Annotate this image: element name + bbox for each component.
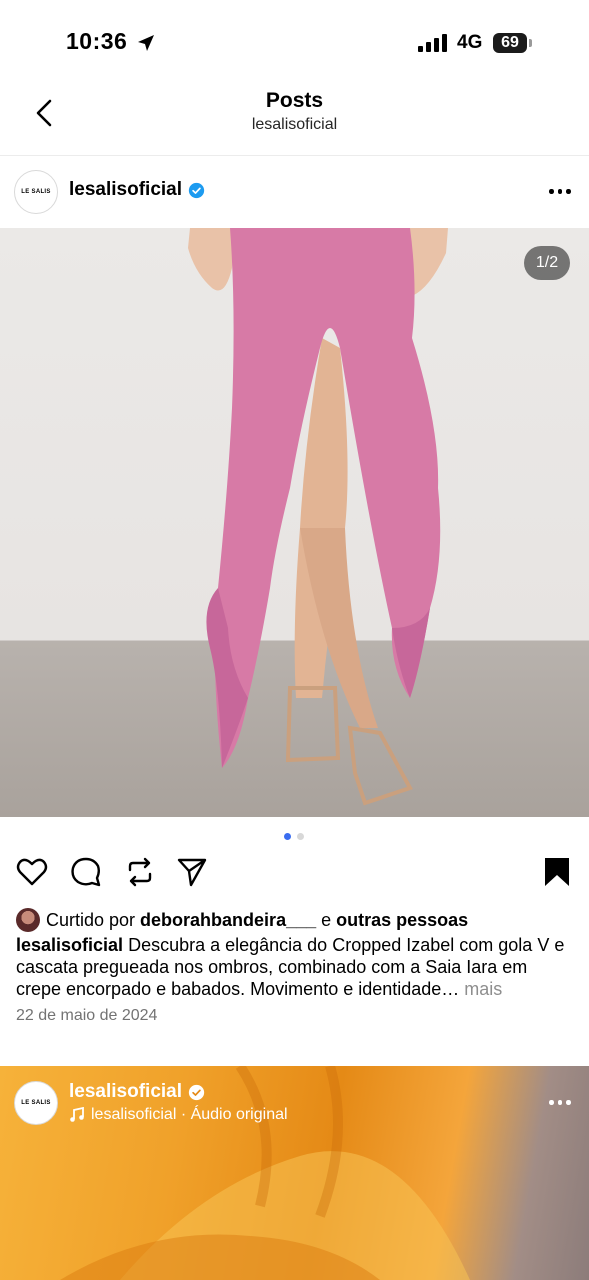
post-caption: lesalisoficial Descubra a elegância do C… bbox=[16, 934, 576, 1000]
like-heart-icon[interactable] bbox=[16, 856, 48, 888]
post-username[interactable]: lesalisoficial bbox=[69, 179, 182, 201]
carousel-dot-active bbox=[284, 833, 291, 840]
network-label: 4G bbox=[457, 32, 483, 53]
comment-icon[interactable] bbox=[70, 856, 102, 888]
more-options-icon[interactable] bbox=[549, 189, 571, 194]
liked-by-others[interactable]: outras pessoas bbox=[336, 910, 468, 931]
page-subtitle: lesalisoficial bbox=[251, 116, 338, 133]
post-author[interactable]: lesalisoficial bbox=[69, 179, 205, 201]
battery-icon: 69 bbox=[493, 33, 527, 53]
caption-more-link[interactable]: mais bbox=[459, 979, 502, 999]
verified-badge-icon bbox=[188, 182, 205, 198]
next-post-username[interactable]: lesalisoficial bbox=[69, 1081, 182, 1103]
post-image[interactable] bbox=[0, 228, 589, 817]
header-divider bbox=[0, 155, 589, 156]
verified-badge-icon bbox=[188, 1084, 205, 1100]
liker-avatar bbox=[16, 908, 40, 932]
next-post-avatar[interactable]: LE SALIS bbox=[14, 1081, 58, 1125]
share-icon[interactable] bbox=[176, 856, 208, 888]
carousel-dot bbox=[297, 833, 304, 840]
caption-username[interactable]: lesalisoficial bbox=[16, 935, 123, 955]
repost-icon[interactable] bbox=[124, 856, 156, 888]
liked-by-prefix: Curtido por bbox=[46, 909, 141, 930]
save-bookmark-icon[interactable] bbox=[543, 856, 571, 888]
liked-by[interactable]: Curtido por deborahbandeira___ e outras … bbox=[16, 908, 468, 932]
post-date: 22 de maio de 2024 bbox=[16, 1007, 158, 1024]
avatar[interactable]: LE SALIS bbox=[14, 170, 58, 214]
status-time: 10:36 bbox=[66, 28, 128, 54]
dress-illustration bbox=[188, 228, 448, 806]
location-arrow-icon bbox=[138, 35, 154, 51]
liked-by-user[interactable]: deborahbandeira___ bbox=[140, 910, 316, 931]
signal-icon bbox=[418, 34, 447, 52]
next-post-author[interactable]: lesalisoficial bbox=[69, 1081, 205, 1103]
liked-by-mid: e bbox=[316, 909, 337, 930]
page-title: Posts bbox=[265, 89, 324, 112]
image-counter: 1/2 bbox=[524, 246, 570, 280]
music-note-icon bbox=[70, 1107, 84, 1122]
next-post-audio[interactable]: lesalisoficial · Áudio original bbox=[69, 1106, 288, 1124]
battery-tip bbox=[529, 39, 532, 47]
next-post-audio-label: lesalisoficial · Áudio original bbox=[91, 1106, 288, 1123]
next-post-more-icon[interactable] bbox=[549, 1100, 571, 1105]
